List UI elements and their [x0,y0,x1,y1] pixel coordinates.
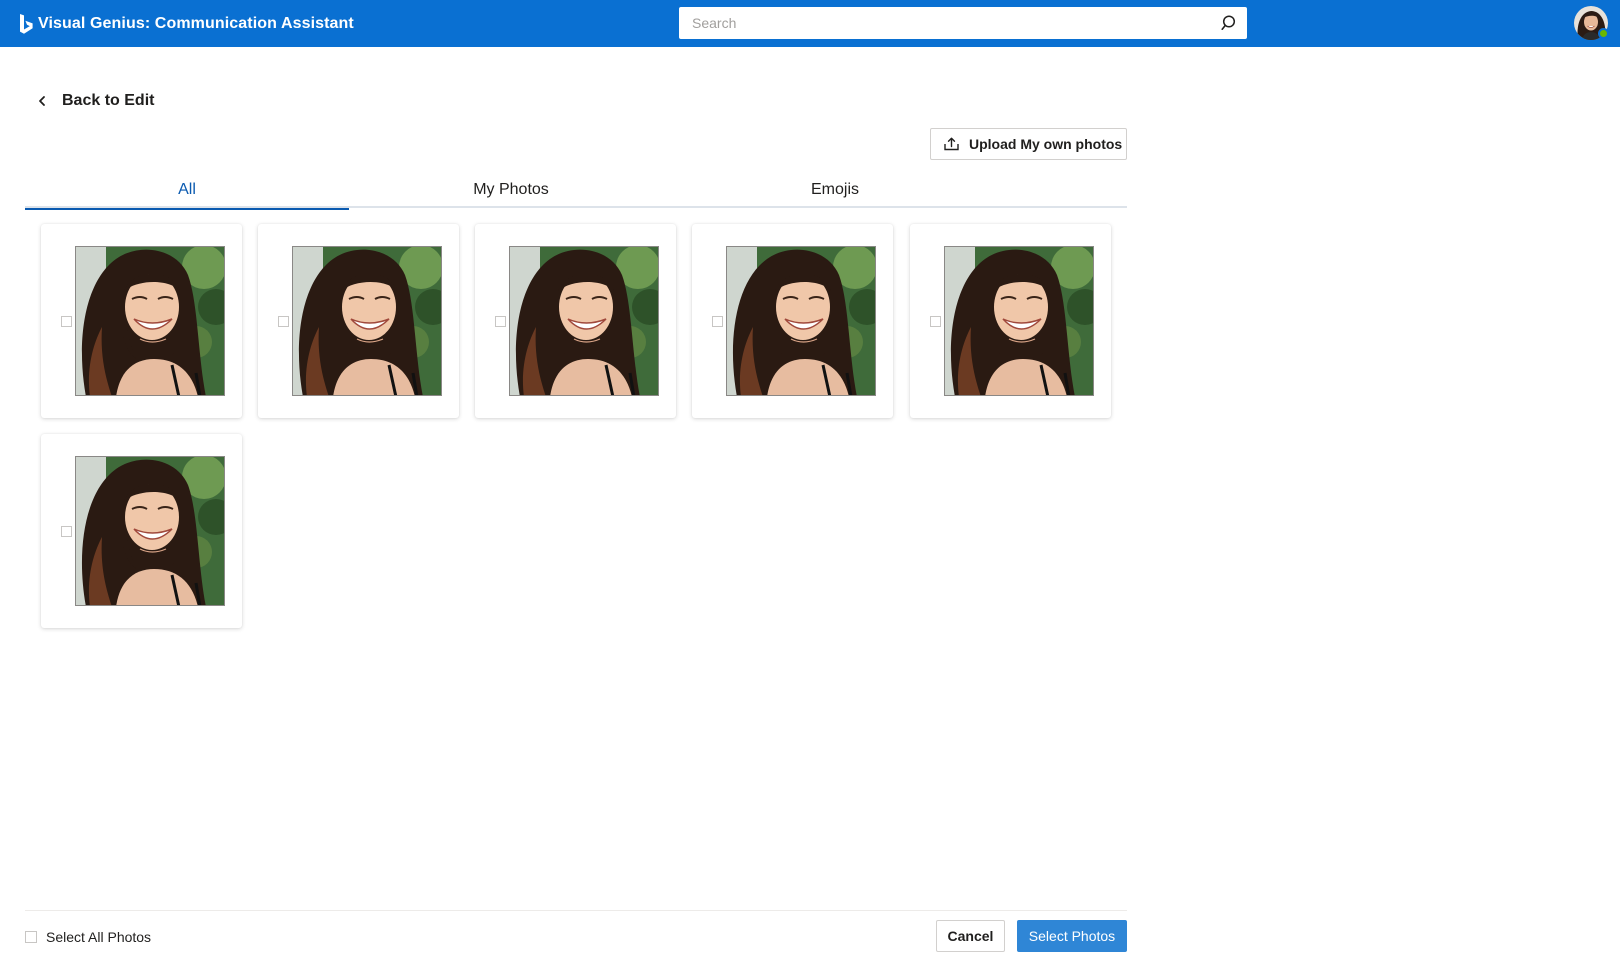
photo-thumbnail [509,246,659,396]
back-label: Back to Edit [62,92,155,109]
photo-card[interactable] [41,434,242,628]
photo-checkbox[interactable] [930,316,941,327]
bing-logo-icon [20,14,33,34]
photo-card[interactable] [475,224,676,418]
top-bar: Visual Genius: Communication Assistant [0,0,1620,47]
photo-card[interactable] [692,224,893,418]
footer-divider [25,910,1127,911]
upload-icon [944,137,959,151]
photo-thumbnail [292,246,442,396]
photo-thumbnail [75,456,225,606]
select-photos-button[interactable]: Select Photos [1017,920,1127,952]
photo-checkbox[interactable] [278,316,289,327]
photo-thumbnail [75,246,225,396]
upload-photos-button[interactable]: Upload My own photos [930,128,1127,160]
search-box [679,7,1247,39]
search-input[interactable] [679,7,1209,39]
search-icon[interactable] [1221,14,1239,32]
photo-thumbnail [726,246,876,396]
photo-card[interactable] [41,224,242,418]
tab-label: All [178,181,196,198]
photo-checkbox[interactable] [495,316,506,327]
select-all-checkbox[interactable]: Select All Photos [25,929,151,945]
photo-card[interactable] [258,224,459,418]
tab-bar: All My Photos Emojis [25,172,1127,210]
presence-badge [1598,28,1609,39]
checkbox-box[interactable] [25,931,37,943]
photo-checkbox[interactable] [712,316,723,327]
back-to-edit-button[interactable]: Back to Edit [36,88,154,114]
user-avatar[interactable] [1574,6,1609,40]
photo-checkbox[interactable] [61,526,72,537]
tab-label: Emojis [810,181,859,198]
cancel-button[interactable]: Cancel [936,920,1005,952]
photo-checkbox[interactable] [61,316,72,327]
upload-label: Upload My own photos [969,136,1123,152]
chevron-left-icon [39,96,45,106]
photo-card[interactable] [910,224,1111,418]
tab-emojis[interactable]: Emojis [673,172,997,208]
brand[interactable]: Visual Genius: Communication Assistant [18,12,354,36]
tab-label: My Photos [473,181,549,198]
tab-my-photos[interactable]: My Photos [349,172,673,208]
tab-all[interactable]: All [25,172,349,210]
photo-thumbnail [944,246,1094,396]
select-all-label: Select All Photos [46,929,152,945]
app-title: Visual Genius: Communication Assistant [38,15,354,32]
